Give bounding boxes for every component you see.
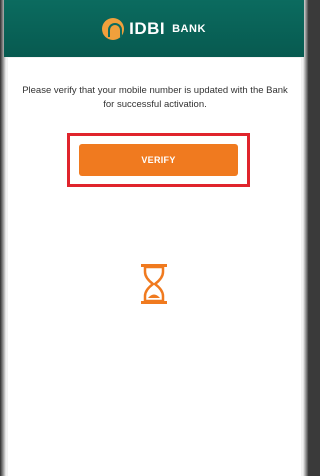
logo-main-text: IDBI	[129, 18, 166, 38]
hourglass-icon	[141, 264, 167, 304]
idbi-logo-icon	[102, 17, 125, 40]
logo-sub-text: BANK	[172, 22, 206, 35]
app-screen: IDBI BANK Please verify that your mobile…	[0, 0, 309, 476]
verify-message: Please verify that your mobile number is…	[22, 85, 288, 110]
verify-button[interactable]: VERIFY	[79, 144, 238, 176]
bank-logo: IDBI BANK	[102, 17, 206, 40]
content-card: Please verify that your mobile number is…	[8, 58, 301, 476]
app-header: IDBI BANK	[4, 0, 304, 57]
